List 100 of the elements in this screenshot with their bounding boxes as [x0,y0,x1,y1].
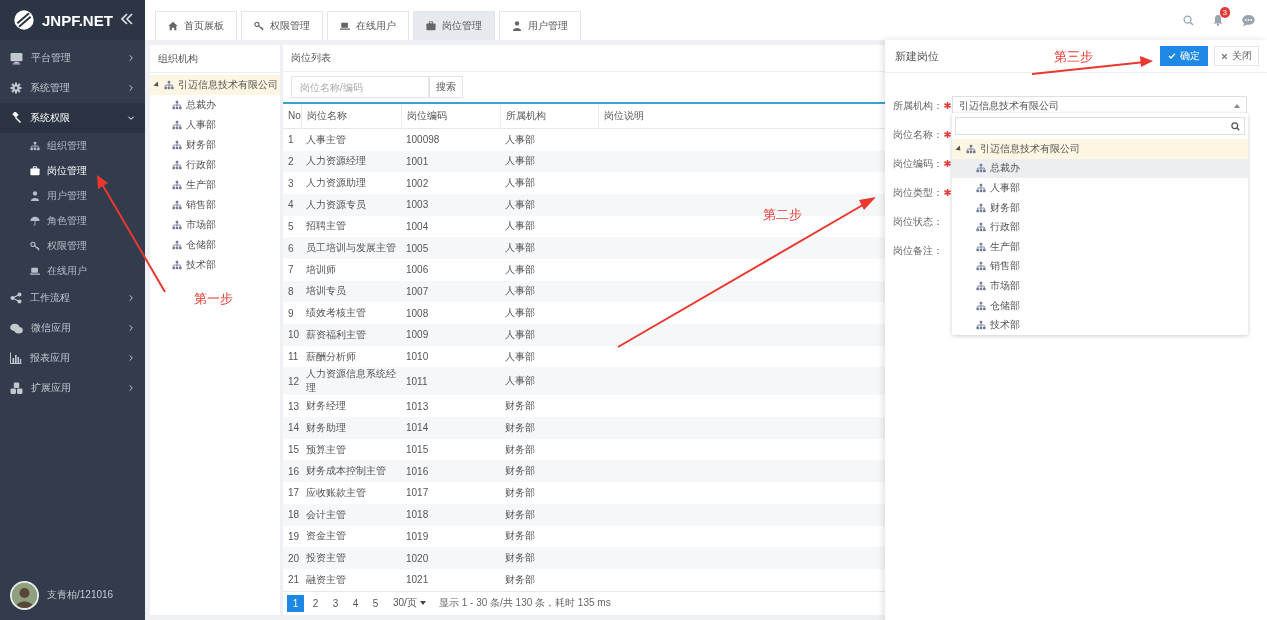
table-cell: 100098 [401,128,500,151]
tree-node[interactable]: 市场部 [952,276,1248,296]
search-button[interactable]: 搜索 [429,76,463,98]
table-cell: 1002 [401,172,500,194]
chevron-down-icon [127,113,135,122]
table-cell: 1017 [401,482,500,504]
tree-node[interactable]: 财务部 [150,135,280,155]
chevron-right-icon [127,353,135,362]
tree-node[interactable]: 人事部 [150,115,280,135]
org-chart-icon [976,222,986,233]
tree-node[interactable]: 生产部 [150,175,280,195]
menu-item[interactable]: 工作流程 [0,283,145,313]
table-cell: 财务部 [500,482,598,504]
table-cell: 培训师 [301,258,401,281]
chevron-right-icon [127,323,135,332]
menu-item[interactable]: 平台管理 [0,43,145,73]
collapse-icon [121,13,133,25]
tree-node[interactable]: 总裁办 [150,95,280,115]
org-chart-icon [976,241,986,252]
panel-title: 岗位列表 [291,51,331,66]
org-chart-icon [172,240,182,250]
cubes-icon [10,381,23,395]
column-header: 岗位名称 [301,103,401,129]
table-cell: 1006 [401,258,500,281]
laptop-icon [340,21,350,31]
menu-item[interactable]: 系统权限 [0,103,145,133]
menu-item[interactable]: 扩展应用 [0,373,145,403]
search-field[interactable]: 岗位名称/编码 [291,76,429,98]
briefcase-icon [426,21,436,31]
table-cell: 12 [283,367,301,396]
tree-node[interactable]: 市场部 [150,215,280,235]
tab[interactable]: 权限管理 [241,11,323,40]
briefcase-icon [30,165,40,176]
table-cell: 10 [283,324,301,346]
table-cell: 2 [283,150,301,173]
submenu-item[interactable]: 在线用户 [0,258,145,283]
drawer-title: 新建岗位 [895,48,939,64]
table-cell: 1007 [401,280,500,303]
table-cell: 人事部 [500,193,598,216]
tree-node[interactable]: 仓储部 [150,235,280,255]
tree-node[interactable]: 人事部 [952,178,1248,198]
chat-bubbles-icon [10,321,23,335]
table-cell: 人事部 [500,172,598,194]
page-size-select[interactable]: 30/页 [393,596,426,611]
avatar[interactable] [10,580,39,610]
confirm-button[interactable]: 确定 [1160,46,1208,66]
menu-item[interactable]: 系统管理 [0,73,145,103]
submenu-item[interactable]: 用户管理 [0,183,145,208]
page-button[interactable]: 1 [287,594,304,612]
table-cell: 财务助理 [301,417,401,439]
page-button[interactable]: 5 [367,594,384,612]
org-chart-icon [172,140,182,150]
page-button[interactable]: 3 [327,594,344,612]
chevron-right-icon [127,53,135,62]
tree-node[interactable]: 仓储部 [952,295,1248,316]
table-cell: 13 [283,395,301,418]
table-cell: 5 [283,215,301,238]
table-cell: 1019 [401,525,500,548]
share-icon [10,292,22,304]
submenu-item[interactable]: 岗位管理 [0,158,145,183]
tree-node[interactable]: 行政部 [150,155,280,175]
menu-item[interactable]: 微信应用 [0,313,145,343]
tree-node[interactable]: 引迈信息技术有限公司 [952,139,1248,159]
tab[interactable]: 首页展板 [155,11,237,40]
menu-item[interactable]: 报表应用 [0,343,145,373]
tree-node[interactable]: 销售部 [150,195,280,215]
org-chart-icon [172,220,182,230]
table-cell: 11 [283,345,301,368]
submenu-item[interactable]: 权限管理 [0,233,145,258]
key-icon [30,240,40,251]
pagination-summary: 显示 1 - 30 条/共 130 条，耗时 135 ms [438,596,611,611]
table-cell: 1020 [401,547,500,569]
user-name[interactable]: 支青柏/121016 [47,588,114,602]
table-cell: 人事部 [500,302,598,324]
tree-node[interactable]: 技术部 [952,315,1248,335]
table-cell: 17 [283,482,301,504]
table-cell: 人事部 [500,237,598,259]
bell-icon [1212,14,1224,26]
page-button[interactable]: 2 [307,594,324,612]
tree-node[interactable]: 技术部 [150,255,280,275]
table-cell: 薪资福利主管 [301,324,401,346]
tree-node[interactable]: 生产部 [952,236,1248,257]
tree-node[interactable]: 引迈信息技术有限公司 [150,75,280,95]
table-cell: 1013 [401,395,500,418]
tree-node[interactable]: 行政部 [952,217,1248,237]
tab[interactable]: 在线用户 [327,11,409,40]
close-button[interactable]: 关闭 [1214,46,1259,66]
org-chart-icon [172,160,182,170]
dropdown-search-field[interactable] [955,117,1245,135]
column-header: No [283,103,301,129]
table-cell: 人事部 [500,280,598,303]
tab[interactable]: 用户管理 [499,11,581,40]
tab[interactable]: 岗位管理 [413,11,495,40]
tree-node[interactable]: 总裁办 [952,158,1248,179]
page-button[interactable]: 4 [347,594,364,612]
table-cell: 6 [283,237,301,259]
submenu-item[interactable]: 角色管理 [0,208,145,233]
submenu-item[interactable]: 组织管理 [0,133,145,158]
tree-node[interactable]: 销售部 [952,256,1248,277]
chat-icon [1242,13,1255,27]
